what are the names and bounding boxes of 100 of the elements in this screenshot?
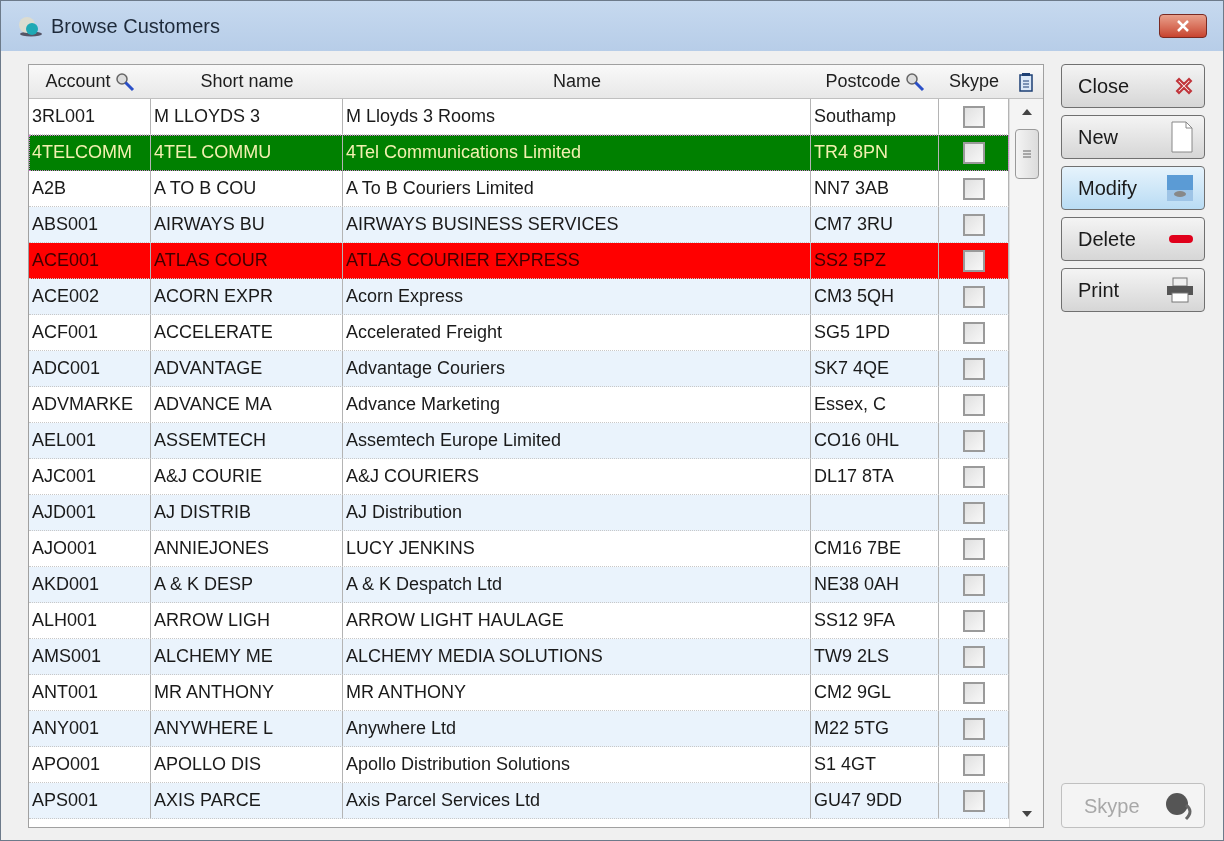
table-cell-text: CO16 0HL [814,429,900,452]
table-cell-text: 3RL001 [32,105,96,128]
close-button[interactable] [1159,14,1207,38]
skype-checkbox[interactable] [962,141,985,164]
table-cell-text: Advantage Couriers [346,357,506,380]
customer-row[interactable]: APO001 APOLLO DIS Apollo Distribution Solutions S1 4GT [29,747,1009,783]
scroll-up-icon[interactable] [1021,109,1032,115]
scroll-down-icon[interactable] [1021,811,1032,817]
grip-icon [1022,149,1031,159]
skype-checkbox[interactable] [962,357,985,380]
column-header[interactable]: Name [553,68,601,95]
search-icon[interactable] [904,71,925,92]
table-cell-text: CM2 9GL [814,681,892,704]
customer-row[interactable]: ANT001 MR ANTHONY MR ANTHONY CM2 9GL [29,675,1009,711]
table-cell-text: LUCY JENKINS [346,537,475,560]
table-cell-text: 4Tel Communications Limited [346,141,582,164]
page-icon [1170,121,1194,153]
action-button[interactable]: Delete [1061,217,1205,261]
table-cell-text: S1 4GT [814,753,877,776]
action-button[interactable]: Close [1061,64,1205,108]
close-icon [1176,20,1190,32]
skype-checkbox[interactable] [962,753,985,776]
table-cell-text: ALCHEMY ME [154,645,273,668]
skype-checkbox[interactable] [962,573,985,596]
skype-checkbox[interactable] [962,285,985,308]
customer-row[interactable]: AJD001 AJ DISTRIB AJ Distribution [29,495,1009,531]
table-cell-text: ADVMARKE [32,393,134,416]
table-cell-text: A&J COURIE [154,465,263,488]
customer-row[interactable]: ADC001 ADVANTAGE Advantage Couriers SK7 4QE [29,351,1009,387]
table-cell-text: ARROW LIGH [154,609,270,632]
search-icon[interactable] [114,71,135,92]
table-cell-text: ACORN EXPR [154,285,274,308]
customer-row[interactable]: AKD001 A & K DESP A & K Despatch Ltd NE38 0AH [29,567,1009,603]
customer-row[interactable]: ADVMARKE ADVANCE MA Advance Marketing Essex, C [29,387,1009,423]
table-cell-text: TW9 2LS [814,645,890,668]
table-cell-text: ADVANCE MA [154,393,272,416]
table-cell-text: ASSEMTECH [154,429,267,452]
table-cell-text: AJ Distribution [346,501,463,524]
action-button[interactable]: New [1061,115,1205,159]
customer-row[interactable]: AEL001 ASSEMTECH Assemtech Europe Limited CO16 0HL [29,423,1009,459]
table-cell-text: ARROW LIGHT HAULAGE [346,609,564,632]
customer-row[interactable]: ACE001 ATLAS COUR ATLAS COURIER EXPRESS SS2 5PZ [29,243,1009,279]
table-cell-text: SG5 1PD [814,321,891,344]
table-cell-text: APO001 [32,753,101,776]
customer-row[interactable]: APS001 AXIS PARCE Axis Parcel Services Ltd GU47 9DD [29,783,1009,819]
customer-row[interactable]: A2B A TO B COU A To B Couriers Limited NN7 3AB [29,171,1009,207]
table-cell-text: ABS001 [32,213,99,236]
skype-checkbox[interactable] [962,645,985,668]
table-cell-text: Advance Marketing [346,393,501,416]
skype-checkbox[interactable] [962,249,985,272]
table-cell-text: GU47 9DD [814,789,903,812]
skype-checkbox[interactable] [962,321,985,344]
column-chooser-icon[interactable] [1019,71,1033,92]
skype-checkbox[interactable] [962,393,985,416]
close-icon [1174,76,1194,96]
table-cell-text: NN7 3AB [814,177,890,200]
skype-checkbox[interactable] [962,609,985,632]
customer-row[interactable]: AMS001 ALCHEMY ME ALCHEMY MEDIA SOLUTIONS TW9 2LS [29,639,1009,675]
scrollbar[interactable] [1009,99,1043,827]
printer-icon [1166,277,1194,303]
skype-checkbox[interactable] [962,789,985,812]
table-cell-text: ALH001 [32,609,98,632]
table-cell-text: AIRWAYS BU [154,213,265,236]
table-cell-text: A & K Despatch Ltd [346,573,503,596]
customer-row[interactable]: ANY001 ANYWHERE L Anywhere Ltd M22 5TG [29,711,1009,747]
table-cell-text: ANY001 [32,717,100,740]
customer-row[interactable]: ABS001 AIRWAYS BU AIRWAYS BUSINESS SERVICES CM7 3RU [29,207,1009,243]
action-button[interactable]: Modify [1061,166,1205,210]
customer-row[interactable]: 4TELCOMM 4TEL COMMU 4Tel Communications Limited TR4 8PN [29,135,1009,171]
scroll-thumb[interactable] [1014,129,1039,179]
table-cell-text: AEL001 [32,429,97,452]
skype-checkbox[interactable] [962,537,985,560]
table-cell-text: MR ANTHONY [154,681,274,704]
skype-checkbox[interactable] [962,213,985,236]
skype-checkbox[interactable] [962,105,985,128]
customer-row[interactable]: ALH001 ARROW LIGH ARROW LIGHT HAULAGE SS12 9FA [29,603,1009,639]
column-header[interactable]: Short name [200,68,294,95]
column-header[interactable]: Account [45,68,111,95]
table-cell-text: DL17 8TA [814,465,894,488]
table-cell-text: ADVANTAGE [154,357,263,380]
customer-row[interactable]: 3RL001 M LLOYDS 3 M Lloyds 3 Rooms Southamp [29,99,1009,135]
window-title: Browse Customers [51,14,220,39]
table-cell-text: ATLAS COURIER EXPRESS [346,249,580,272]
picture-icon [1166,174,1194,202]
table-cell-text: APOLLO DIS [154,753,262,776]
table-cell-text: ALCHEMY MEDIA SOLUTIONS [346,645,603,668]
skype-checkbox[interactable] [962,501,985,524]
action-button[interactable]: Print [1061,268,1205,312]
column-header[interactable]: Postcode [825,68,901,95]
customer-row[interactable]: ACF001 ACCELERATE Accelerated Freight SG5 1PD [29,315,1009,351]
skype-checkbox[interactable] [962,429,985,452]
customer-row[interactable]: AJO001 ANNIEJONES LUCY JENKINS CM16 7BE [29,531,1009,567]
skype-checkbox[interactable] [962,177,985,200]
customer-row[interactable]: AJC001 A&J COURIE A&J COURIERS DL17 8TA [29,459,1009,495]
skype-checkbox[interactable] [962,465,985,488]
column-header[interactable]: Skype [949,68,999,95]
skype-checkbox[interactable] [962,717,985,740]
skype-checkbox[interactable] [962,681,985,704]
table-cell-text: A2B [32,177,67,200]
customer-row[interactable]: ACE002 ACORN EXPR Acorn Express CM3 5QH [29,279,1009,315]
